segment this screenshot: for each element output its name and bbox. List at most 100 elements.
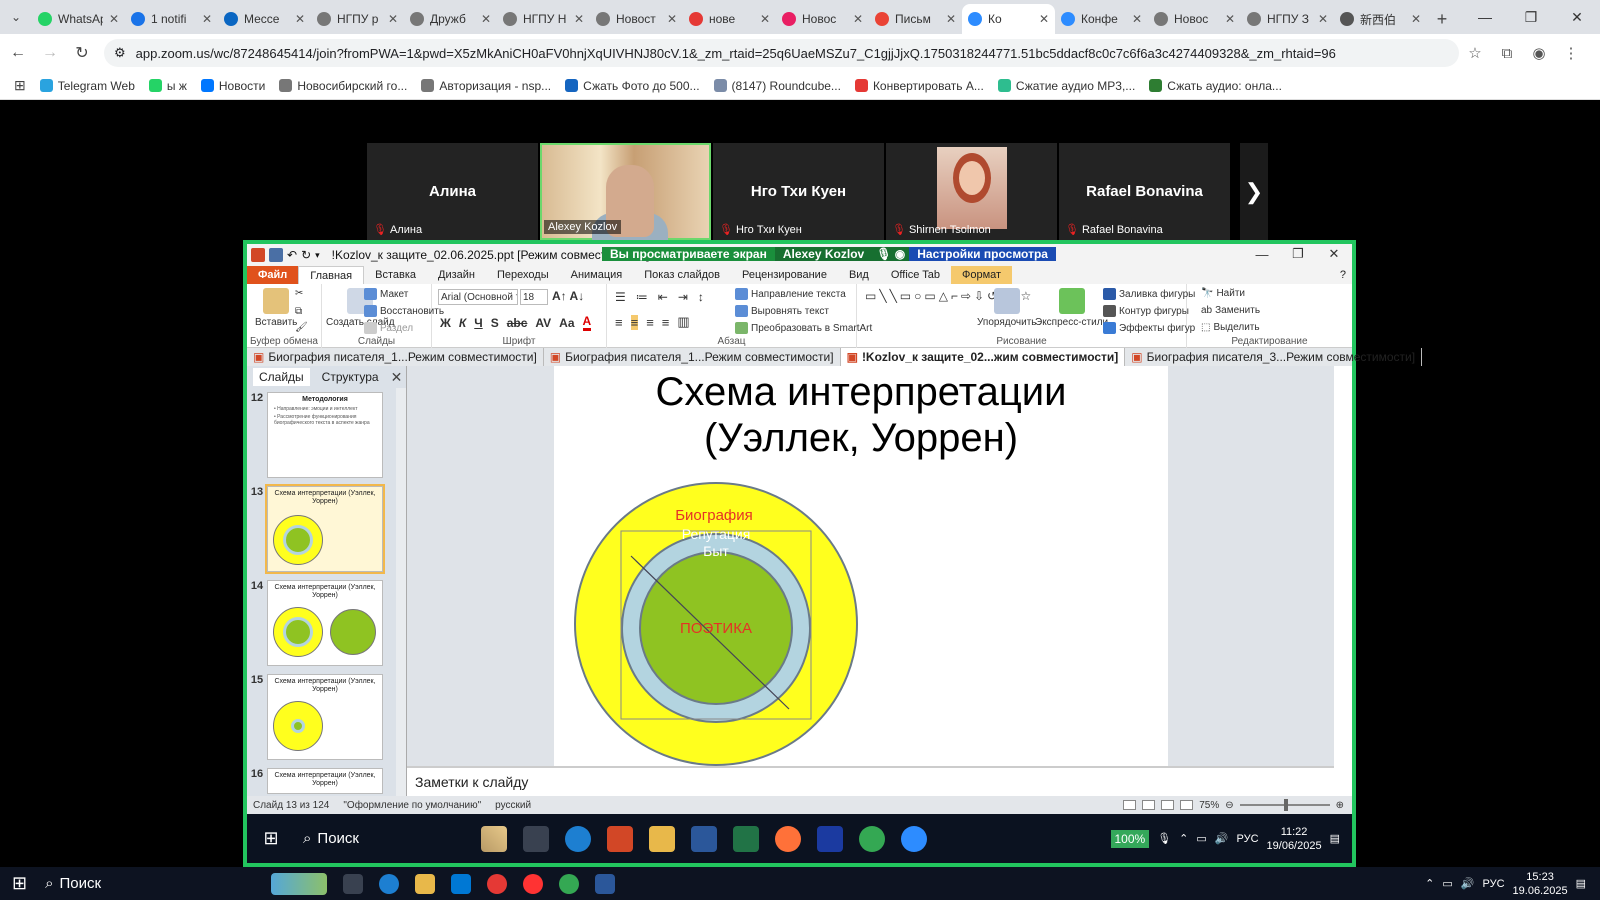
participant-tile[interactable]: Алина 🎙 Алина	[367, 143, 538, 240]
close-icon[interactable]: ✕	[1316, 244, 1352, 264]
extensions-icon[interactable]: ⧉	[1491, 37, 1523, 69]
next-participants-arrow-icon[interactable]: ❯	[1240, 143, 1268, 240]
slide-thumbnail[interactable]: 12 Методология • Направление: эмоции и и…	[247, 392, 397, 478]
news-widget-icon[interactable]	[481, 825, 507, 852]
help-icon[interactable]: ?	[1340, 269, 1346, 281]
slide-thumbnail[interactable]: 16 Схема интерпретации (Уэллек, Уоррен)	[247, 768, 397, 794]
font-name-select[interactable]: Arial (Основной т	[438, 289, 518, 305]
yandex-browser-icon[interactable]	[523, 873, 544, 894]
browser-tab[interactable]: Мессе ✕	[218, 4, 311, 34]
align-right-icon[interactable]: ≡	[646, 315, 654, 330]
firefox-icon[interactable]	[775, 825, 801, 852]
browser-tab[interactable]: Новос ✕	[776, 4, 869, 34]
shape-outline-button[interactable]: Контур фигуры	[1103, 305, 1189, 317]
lang-indicator[interactable]: РУС	[1237, 833, 1259, 845]
close-pane-icon[interactable]: ✕	[391, 369, 403, 386]
browser-tab[interactable]: НГПУ З ✕	[1241, 4, 1334, 34]
bookmark-item[interactable]: (8147) Roundcube...	[713, 79, 841, 93]
zoom-out-icon[interactable]: ⊖	[1225, 800, 1233, 811]
powerpoint-icon[interactable]	[607, 825, 633, 852]
ribbon-tab[interactable]: Вставка	[364, 266, 427, 284]
grow-font-icon[interactable]: A↑ A↓	[552, 289, 584, 303]
strikethrough-icon[interactable]: abc	[507, 316, 528, 330]
reload-icon[interactable]: ↻	[68, 39, 96, 67]
restore-icon[interactable]: ❐	[1508, 0, 1554, 34]
ribbon-tab[interactable]: Показ слайдов	[633, 266, 731, 284]
char-spacing-icon[interactable]: AV	[535, 316, 551, 330]
explorer-icon[interactable]	[415, 873, 436, 894]
language-label[interactable]: русский	[495, 800, 531, 811]
tab-close-icon[interactable]: ✕	[388, 12, 398, 26]
windows-start-icon[interactable]: ⊞	[253, 821, 289, 857]
notification-icon[interactable]: ▤	[1330, 832, 1340, 845]
zoom-percent[interactable]: 100%	[1110, 829, 1150, 848]
network-icon[interactable]: ▭	[1442, 877, 1452, 890]
notes-field[interactable]: Заметки к слайду	[407, 766, 1334, 794]
browser-tab[interactable]: Ко ✕	[962, 4, 1055, 34]
tray-expand-icon[interactable]: ⌃	[1425, 877, 1434, 890]
ribbon-tab[interactable]: Формат	[950, 266, 1013, 284]
document-tab[interactable]: ▣ Биография писателя_1...Режим совместимо…	[544, 348, 841, 366]
bookmark-item[interactable]: Telegram Web	[39, 79, 135, 93]
task-view-icon[interactable]	[343, 873, 364, 894]
tab-close-icon[interactable]: ✕	[853, 12, 863, 26]
taskbar-search[interactable]: ⌕ Поиск	[45, 875, 255, 892]
volume-icon[interactable]: 🔊	[1461, 877, 1475, 890]
line-spacing-icon[interactable]: ↕	[698, 290, 704, 304]
document-tab[interactable]: ▣ Биография писателя_3...Режим совместимо…	[1125, 348, 1423, 366]
minimize-icon[interactable]: —	[1244, 244, 1280, 264]
ribbon-tab[interactable]: Office Tab	[880, 266, 951, 284]
undo-icon[interactable]: ↶	[287, 248, 297, 262]
arrange-button[interactable]: Упорядочить	[977, 288, 1037, 328]
participant-tile-active[interactable]: Alexey Kozlov	[540, 143, 711, 240]
replace-button[interactable]: ab Заменить	[1201, 305, 1260, 316]
section-button[interactable]: Раздел	[364, 322, 413, 334]
tab-close-icon[interactable]: ✕	[481, 12, 491, 26]
layout-button[interactable]: Макет	[364, 288, 408, 300]
yandex-icon[interactable]	[487, 873, 508, 894]
numbering-icon[interactable]: ≔	[636, 290, 648, 304]
slide-thumbnail-selected[interactable]: 13 Схема интерпретации (Уэллек, Уоррен)	[247, 484, 397, 574]
participant-tile[interactable]: 🎙 Shirnen Tsolmon	[886, 143, 1057, 240]
site-info-icon[interactable]: ⚙	[114, 45, 126, 61]
word-icon[interactable]	[595, 873, 616, 894]
align-text-button[interactable]: Выровнять текст	[735, 305, 829, 317]
shadow-icon[interactable]: S	[491, 316, 499, 330]
select-button[interactable]: ⬚ Выделить	[1201, 322, 1260, 333]
bookmark-star-icon[interactable]: ☆	[1459, 37, 1491, 69]
italic-icon[interactable]: К	[459, 316, 466, 330]
format-painter-icon[interactable]: 🖌	[295, 322, 308, 333]
sorter-view-icon[interactable]	[1142, 800, 1156, 810]
bold-icon[interactable]: Ж	[440, 316, 451, 330]
slide-canvas[interactable]: Схема интерпретации (Уэллек, Уоррен) Био…	[554, 366, 1168, 766]
slide-thumbnail[interactable]: 14 Схема интерпретации (Уэллек, Уоррен)	[247, 580, 397, 666]
browser-tab[interactable]: 1 notifi ✕	[125, 4, 218, 34]
edge-icon[interactable]	[379, 873, 400, 894]
paste-button[interactable]: Вставить	[255, 288, 297, 328]
zoom-in-icon[interactable]: ⊕	[1336, 800, 1344, 811]
normal-view-icon[interactable]	[1123, 800, 1137, 810]
save-icon[interactable]	[269, 248, 283, 262]
menu-icon[interactable]: ⋮	[1555, 37, 1587, 69]
browser-tab[interactable]: нове ✕	[683, 4, 776, 34]
word-icon[interactable]	[691, 825, 717, 852]
local-clock[interactable]: 15:23 19.06.2025	[1513, 870, 1568, 898]
font-size-select[interactable]: 18	[520, 289, 548, 305]
tab-slides[interactable]: Слайды	[253, 368, 310, 386]
ribbon-tab[interactable]: Дизайн	[427, 266, 486, 284]
restore-icon[interactable]: ❐	[1280, 244, 1316, 264]
tab-close-icon[interactable]: ✕	[202, 12, 212, 26]
volume-icon[interactable]: 🔊	[1215, 832, 1229, 845]
align-center-icon[interactable]: ≡	[630, 314, 639, 330]
tab-close-icon[interactable]: ✕	[1039, 12, 1049, 26]
browser-tab[interactable]: 新西伯 ✕	[1334, 4, 1427, 34]
browser-tab[interactable]: WhatsApp✕	[32, 4, 125, 34]
edge-icon[interactable]	[565, 825, 591, 852]
bookmark-item[interactable]: Сжать Фото до 500...	[565, 79, 700, 93]
bookmark-item[interactable]: Сжать аудио: онла...	[1149, 79, 1282, 93]
tab-close-icon[interactable]: ✕	[1225, 12, 1235, 26]
cut-icon[interactable]: ✂	[295, 288, 303, 299]
minimize-icon[interactable]: —	[1462, 0, 1508, 34]
bookmark-item[interactable]: Новости	[200, 79, 265, 93]
excel-icon[interactable]	[733, 825, 759, 852]
